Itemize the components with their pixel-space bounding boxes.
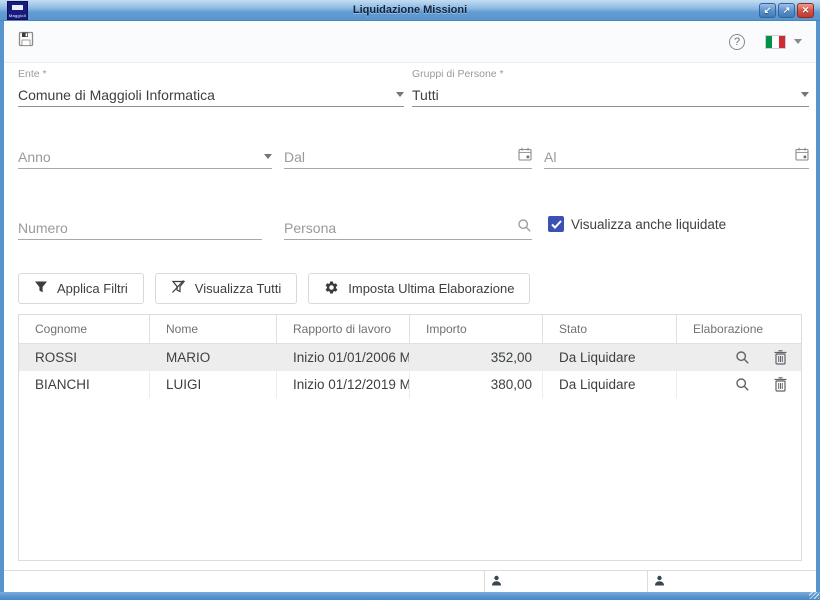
gruppi-di-persone-label: Gruppi di Persone * [412, 68, 809, 83]
table-row[interactable]: BIANCHI LUIGI Inizio 01/12/2019 Ma... 38… [19, 371, 801, 398]
help-button[interactable]: ? [729, 34, 745, 50]
status-section-user [647, 571, 816, 592]
toolbar-right: ? [729, 34, 802, 50]
view-detail-icon[interactable] [735, 350, 750, 365]
ente-select[interactable]: Ente * Comune di Maggioli Informatica [18, 68, 404, 107]
numero-field[interactable] [18, 216, 262, 240]
cell-nome: MARIO [150, 344, 277, 371]
window-bottom-border [0, 592, 820, 600]
cell-cognome: ROSSI [19, 344, 150, 371]
persona-input[interactable] [284, 216, 517, 239]
anno-input[interactable] [18, 145, 264, 168]
column-header-rapporto[interactable]: Rapporto di lavoro [277, 315, 410, 343]
maggioli-logo-word: Maggioli [9, 13, 26, 18]
visualizza-liquidate-checkbox[interactable] [548, 216, 564, 232]
missioni-table: Cognome Nome Rapporto di lavoro Importo … [18, 314, 802, 561]
status-section [4, 571, 484, 592]
cell-importo: 380,00 [410, 371, 543, 398]
anno-select[interactable] [18, 145, 272, 169]
close-window-button[interactable]: ✕ [797, 3, 814, 18]
column-header-elaborazione[interactable]: Elaborazione [677, 315, 801, 343]
cell-elaborazione [677, 371, 801, 398]
visualizza-tutti-button[interactable]: Visualizza Tutti [155, 273, 297, 304]
cell-nome: LUIGI [150, 371, 277, 398]
view-detail-icon[interactable] [735, 377, 750, 392]
gruppi-di-persone-select[interactable]: Gruppi di Persone * Tutti [412, 68, 809, 107]
al-input[interactable] [544, 145, 795, 168]
numero-input[interactable] [18, 216, 262, 239]
chevron-down-icon [794, 39, 802, 44]
al-date-field[interactable] [544, 145, 809, 169]
column-header-stato[interactable]: Stato [543, 315, 677, 343]
window-content: ? Ente * Comune di Maggioli Informatica [4, 21, 816, 592]
italian-flag-icon [765, 35, 786, 49]
cell-stato: Da Liquidare [543, 344, 677, 371]
delete-icon[interactable] [774, 350, 787, 365]
ente-label: Ente * [18, 68, 404, 83]
collapse-window-button[interactable]: ↙ [759, 3, 776, 18]
table-header: Cognome Nome Rapporto di lavoro Importo … [19, 315, 801, 344]
cell-cognome: BIANCHI [19, 371, 150, 398]
cell-rapporto: Inizio 01/12/2019 Ma... [277, 371, 410, 398]
titlebar[interactable]: Maggioli Liquidazione Missioni ↙ ↗ ✕ [0, 0, 820, 21]
save-button[interactable] [16, 32, 36, 52]
table-row[interactable]: ROSSI MARIO Inizio 01/01/2006 Ma... 352,… [19, 344, 801, 371]
column-header-nome[interactable]: Nome [150, 315, 277, 343]
cell-importo: 352,00 [410, 344, 543, 371]
visualizza-liquidate-option: Visualizza anche liquidate [548, 216, 726, 232]
calendar-icon[interactable] [795, 147, 809, 166]
person-icon [654, 573, 665, 591]
maggioli-logo-icon [12, 5, 23, 10]
language-picker[interactable] [765, 35, 802, 49]
cell-stato: Da Liquidare [543, 371, 677, 398]
chevron-down-icon [264, 154, 272, 159]
dal-date-field[interactable] [284, 145, 532, 169]
resize-grip[interactable] [809, 592, 819, 599]
popout-window-button[interactable]: ↗ [778, 3, 795, 18]
ente-value: Comune di Maggioli Informatica [18, 87, 215, 103]
filter-icon [34, 280, 48, 297]
actions-bar: Applica Filtri Visualizza Tutti Impos [18, 273, 530, 304]
toolbar: ? [4, 21, 816, 63]
window-title: Liquidazione Missioni [0, 4, 820, 16]
column-header-cognome[interactable]: Cognome [19, 315, 150, 343]
gear-icon [324, 280, 339, 298]
filter-off-icon [171, 280, 186, 297]
gruppi-di-persone-value: Tutti [412, 87, 439, 103]
visualizza-liquidate-label: Visualizza anche liquidate [571, 217, 726, 232]
search-icon[interactable] [517, 218, 532, 238]
persona-field[interactable] [284, 216, 532, 240]
cell-elaborazione [677, 344, 801, 371]
column-header-importo[interactable]: Importo [410, 315, 543, 343]
app-window: Maggioli Liquidazione Missioni ↙ ↗ ✕ [0, 0, 820, 600]
status-bar [4, 570, 816, 592]
chevron-down-icon [801, 92, 809, 97]
status-section-user [484, 571, 647, 592]
floppy-disk-icon [18, 31, 34, 52]
app-logo: Maggioli [7, 1, 28, 20]
dal-input[interactable] [284, 145, 518, 168]
chevron-down-icon [396, 92, 404, 97]
applica-filtri-button[interactable]: Applica Filtri [18, 273, 144, 304]
person-icon [491, 573, 502, 591]
cell-rapporto: Inizio 01/01/2006 Ma... [277, 344, 410, 371]
delete-icon[interactable] [774, 377, 787, 392]
imposta-ultima-elaborazione-button[interactable]: Imposta Ultima Elaborazione [308, 273, 530, 304]
window-controls: ↙ ↗ ✕ [759, 3, 814, 18]
calendar-icon[interactable] [518, 147, 532, 166]
